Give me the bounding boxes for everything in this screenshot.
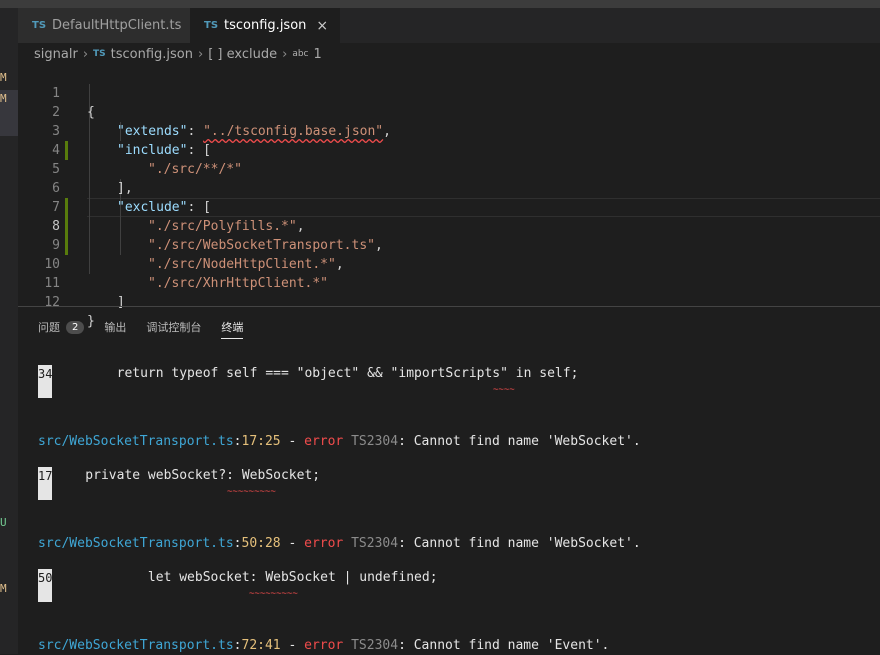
error-text: : Cannot find name 'WebSocket'. [398, 434, 641, 449]
chevron-right-icon: › [82, 46, 89, 62]
error-position: 50:28 [241, 536, 281, 551]
code-editor[interactable]: 1 { 2 "extends": "../tsconfig.base.json"… [18, 65, 880, 329]
code-text: ] [117, 295, 125, 310]
error-squiggle: ~~~~~~~~~ [249, 589, 298, 599]
tab-label: DefaultHttpClient.ts [52, 18, 182, 33]
breadcrumb-item[interactable]: 1 [314, 47, 322, 62]
code-text: return typeof self === "object" && "impo… [54, 366, 540, 381]
tab-debug-console[interactable]: 调试控制台 [146, 319, 201, 335]
panel-divider[interactable] [18, 306, 880, 307]
code-line: 9 "./src/NodeHttpClient.*", [18, 217, 880, 272]
error-sep: : [233, 434, 242, 449]
source-excerpt: return typeof self === "object" && "impo… [54, 364, 579, 383]
code-text: private webSocket?: [54, 468, 242, 483]
chevron-right-icon: › [282, 46, 288, 62]
error-sep: : [233, 638, 242, 653]
error-squiggle: ~~~~~~~~~ [227, 487, 276, 497]
explorer-sidebar-edge: M M U M [0, 8, 18, 654]
error-position: 72:41 [241, 638, 281, 653]
error-file[interactable]: src/WebSocketTransport.ts [38, 638, 234, 653]
tab-label: tsconfig.json [224, 18, 307, 33]
error-text: : Cannot find name 'WebSocket'. [398, 536, 641, 551]
tab-tsconfig[interactable]: TS tsconfig.json × [190, 8, 340, 43]
source-excerpt: private webSocket?: WebSocket; [54, 466, 320, 485]
terminal-output[interactable]: 34 return typeof self === "object" && "i… [18, 350, 880, 654]
chevron-right-icon: › [198, 46, 204, 62]
code-text: | undefined; [335, 570, 438, 585]
code-text: ; [312, 468, 321, 483]
source-excerpt: let webSocket: WebSocket | undefined; [54, 568, 438, 587]
error-squiggle: ~~~~ [493, 385, 515, 395]
error-label: error [304, 536, 344, 551]
tab-label: 终端 [221, 321, 244, 334]
code-text: ; [570, 366, 579, 381]
error-sep: - [280, 536, 305, 551]
error-message: src/WebSocketTransport.ts:72:41 - error … [38, 636, 609, 655]
breadcrumb-key[interactable]: [ ] exclude [208, 47, 277, 62]
error-message: src/WebSocketTransport.ts:17:25 - error … [38, 432, 641, 451]
code-line: 5 ], [18, 141, 880, 196]
error-code: TS2304 [343, 434, 399, 449]
error-message: src/WebSocketTransport.ts:50:28 - error … [38, 534, 641, 553]
code-line: 11 ] [18, 255, 880, 310]
code-error-token: WebSocket [241, 468, 313, 483]
code-error-token: WebSocket [265, 570, 336, 585]
code-line: 10 "./src/XhrHttpClient.*" [18, 236, 880, 291]
code-error-token: self [539, 366, 571, 381]
title-strip [0, 0, 880, 8]
error-code: TS2304 [343, 638, 399, 653]
tab-label: 问题 [38, 321, 60, 334]
error-sep: : [233, 536, 242, 551]
line-number-badge: 50 [38, 569, 52, 602]
error-position: 17:25 [241, 434, 281, 449]
git-untracked-marker: U [0, 516, 7, 529]
typescript-file-icon: TS [32, 20, 47, 31]
code-line: 6 "exclude": [ [18, 160, 880, 215]
code-line: 2 "extends": "../tsconfig.base.json", [18, 84, 880, 139]
error-file[interactable]: src/WebSocketTransport.ts [38, 434, 234, 449]
error-sep: - [280, 434, 305, 449]
error-sep: - [280, 638, 305, 653]
breadcrumb: signalr › TS tsconfig.json › [ ] exclude… [18, 43, 880, 65]
breadcrumb-folder[interactable]: signalr [34, 47, 78, 62]
typescript-file-icon: TS [93, 49, 106, 59]
git-modified-marker: M [0, 582, 7, 595]
code-line: 1 { [18, 65, 880, 120]
code-text: let webSocket: [54, 570, 266, 585]
error-code: TS2304 [343, 536, 399, 551]
code-line: 3 "include": [ [18, 103, 880, 158]
git-modified-marker: M [0, 71, 7, 84]
panel-tab-bar: 问题 2 输出 调试控制台 终端 [18, 316, 244, 339]
error-text: : Cannot find name 'Event'. [398, 638, 610, 653]
code-line: 12 } [18, 274, 880, 329]
problems-count-badge: 2 [66, 320, 85, 334]
error-label: error [304, 434, 344, 449]
line-number: 12 [44, 295, 60, 310]
git-modified-marker: M [0, 92, 7, 105]
editor-tab-bar: TS DefaultHttpClient.ts TS tsconfig.json… [18, 8, 880, 43]
tab-output[interactable]: 输出 [104, 319, 126, 335]
code-line: 7 "./src/Polyfills.*", [18, 179, 880, 234]
line-number-badge: 17 [38, 467, 52, 500]
line-number-badge: 34 [38, 365, 52, 398]
tab-label: 输出 [104, 321, 127, 334]
string-symbol-icon: abc [292, 49, 309, 59]
error-label: error [304, 638, 344, 653]
tab-defaulthttpclient[interactable]: TS DefaultHttpClient.ts [18, 8, 190, 43]
tab-label: 调试控制台 [146, 321, 202, 334]
typescript-file-icon: TS [204, 20, 219, 31]
error-file[interactable]: src/WebSocketTransport.ts [38, 536, 234, 551]
code-line: 8 "./src/WebSocketTransport.ts", [18, 198, 880, 253]
tab-terminal[interactable]: 终端 [221, 319, 244, 339]
code-line: 4 "./src/**/*" [18, 122, 880, 177]
breadcrumb-file[interactable]: tsconfig.json [111, 47, 193, 62]
close-icon[interactable]: × [316, 18, 328, 34]
tab-problems[interactable]: 问题 2 [38, 319, 85, 335]
